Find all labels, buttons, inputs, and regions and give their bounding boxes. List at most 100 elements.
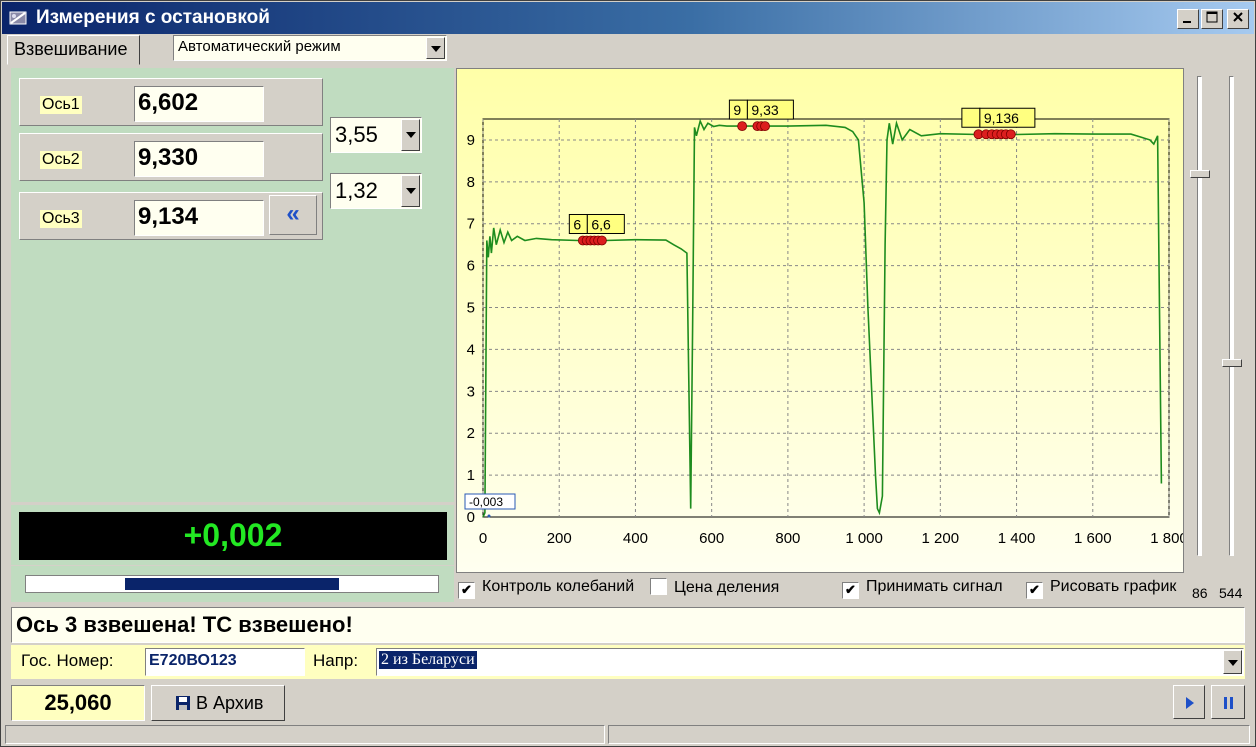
axis-row-1: Ось1 6,602 — [19, 78, 323, 126]
y-tick-label: 4 — [467, 341, 475, 358]
y-tick-label: 9 — [467, 132, 475, 149]
param-value-top: 3,55 — [335, 122, 378, 147]
direction-select-value: 2 из Беларуси — [379, 651, 477, 669]
plate-label: Гос. Номер: — [21, 651, 114, 670]
y-tick-label: 8 — [467, 174, 475, 191]
checkbox-draw-graph[interactable]: ✔ Рисовать график — [1026, 578, 1176, 599]
x-tick-label: 200 — [547, 530, 572, 547]
slider-1-value: 86 — [1192, 585, 1208, 601]
back-button[interactable]: « — [269, 195, 317, 235]
minimize-icon — [1183, 21, 1191, 23]
param-select-top[interactable]: 3,55 — [330, 117, 422, 153]
progress-panel — [11, 566, 454, 602]
checkbox-box[interactable]: ✔ — [1026, 582, 1043, 599]
param-top-dropdown-button[interactable] — [401, 119, 420, 151]
chevron-down-icon — [1228, 660, 1238, 666]
checkbox-label: Принимать сигнал — [866, 578, 1003, 595]
pause-button[interactable] — [1211, 685, 1245, 719]
mode-select[interactable]: Автоматический режим — [173, 35, 447, 61]
chart-background — [457, 69, 1183, 572]
chevron-down-icon — [406, 188, 416, 194]
pause-icon — [1224, 697, 1233, 709]
chevron-down-icon — [406, 132, 416, 138]
play-icon — [1186, 697, 1194, 709]
total-weight: 25,060 — [11, 685, 145, 721]
chart-panel: 0 200 400 600 800 1 000 1 200 1 400 1 600 1 800 0 1… — [456, 68, 1188, 573]
param-select-bottom[interactable]: 1,32 — [330, 173, 422, 209]
x-tick-label: 1 200 — [922, 530, 960, 547]
vehicle-info-row: Гос. Номер: Е720ВО123 Напр: 2 из Беларус… — [11, 645, 1245, 679]
play-button[interactable] — [1173, 685, 1205, 719]
checkbox-label: Рисовать график — [1050, 578, 1177, 595]
checkbox-label: Контроль колебаний — [482, 578, 635, 595]
annotation-label: 9,136 — [984, 110, 1019, 126]
y-tick-label: 2 — [467, 425, 475, 442]
title-bar[interactable]: Измерения с остановкой — [2, 2, 1254, 34]
maximize-button[interactable] — [1201, 9, 1223, 29]
axis-value: 6,602 — [134, 86, 264, 122]
slider-thumb[interactable] — [1190, 170, 1210, 179]
axis-label: Ось1 — [40, 96, 82, 114]
minimize-button[interactable] — [1177, 9, 1199, 29]
param-bottom-dropdown-button[interactable] — [401, 175, 420, 207]
y-tick-label: 7 — [467, 216, 475, 233]
direction-select[interactable]: 2 из Беларуси — [376, 648, 1244, 676]
archive-button[interactable]: В Архив — [151, 685, 285, 721]
y-tick-label: 1 — [467, 467, 475, 484]
maximize-icon — [1206, 11, 1218, 23]
measure-point — [737, 121, 748, 132]
checkbox-division-value[interactable]: Цена деления — [650, 578, 779, 597]
status-message: Ось 3 взвешена! ТС взвешено! — [11, 607, 1245, 643]
status-bar — [5, 725, 1253, 744]
slider-1[interactable] — [1186, 68, 1216, 573]
checkbox-oscillation-control[interactable]: ✔ Контроль колебаний — [458, 578, 634, 599]
y-tick-label: 5 — [467, 300, 475, 317]
x-tick-label: 1 400 — [998, 530, 1036, 547]
window-title: Измерения с остановкой — [36, 7, 270, 28]
weight-chart: 0 200 400 600 800 1 000 1 200 1 400 1 600 1 800 0 1… — [457, 69, 1188, 572]
param-value-bottom: 1,32 — [335, 178, 378, 203]
measure-point — [760, 121, 770, 132]
annotation-label: 6,6 — [591, 216, 611, 232]
axis-value: 9,330 — [134, 141, 264, 177]
close-button[interactable] — [1227, 9, 1249, 29]
axes-panel: Ось1 6,602 Ось2 9,330 Ось3 9,134 « 3,55 … — [11, 68, 454, 502]
checkbox-box[interactable]: ✔ — [842, 582, 859, 599]
checkbox-box[interactable]: ✔ — [458, 582, 475, 599]
direction-dropdown-button[interactable] — [1223, 650, 1242, 674]
checkbox-accept-signal[interactable]: ✔ Принимать сигнал — [842, 578, 1003, 599]
slider-groove — [1229, 76, 1234, 556]
y-tick-label: 0 — [467, 509, 475, 526]
plate-input[interactable]: Е720ВО123 — [145, 648, 305, 676]
save-icon — [176, 696, 190, 710]
x-tick-label: 800 — [775, 530, 800, 547]
display-panel: +0,002 — [11, 505, 454, 565]
checkbox-box[interactable] — [650, 578, 667, 595]
archive-button-label: В Архив — [196, 693, 264, 713]
app-icon — [9, 11, 27, 25]
chevron-down-icon — [431, 46, 441, 52]
current-weight-display: +0,002 — [19, 512, 447, 560]
x-tick-label: 400 — [623, 530, 648, 547]
mode-dropdown-button[interactable] — [426, 37, 445, 59]
mode-select-value: Автоматический режим — [178, 38, 341, 55]
status-bar-panel — [5, 725, 605, 744]
annotation-extra: 9 — [733, 102, 741, 118]
baseline-label: -0,003 — [469, 495, 503, 509]
measure-point — [1005, 129, 1016, 140]
annotation-box-extra — [961, 107, 981, 128]
axis-value: 9,134 — [134, 200, 264, 236]
axis-label: Ось2 — [40, 151, 82, 169]
slider-2[interactable] — [1218, 68, 1248, 573]
x-tick-label: 1 000 — [845, 530, 883, 547]
status-bar-panel — [608, 725, 1250, 744]
annotation-label: 9,33 — [751, 102, 778, 118]
measure-point — [597, 235, 607, 246]
slider-thumb[interactable] — [1222, 359, 1242, 368]
progress-bar — [25, 575, 439, 593]
close-icon — [1233, 12, 1243, 22]
y-tick-label: 3 — [467, 383, 475, 400]
x-tick-label: 600 — [699, 530, 724, 547]
tab-weighing[interactable]: Взвешивание — [7, 35, 140, 65]
x-tick-label: 0 — [479, 530, 487, 547]
